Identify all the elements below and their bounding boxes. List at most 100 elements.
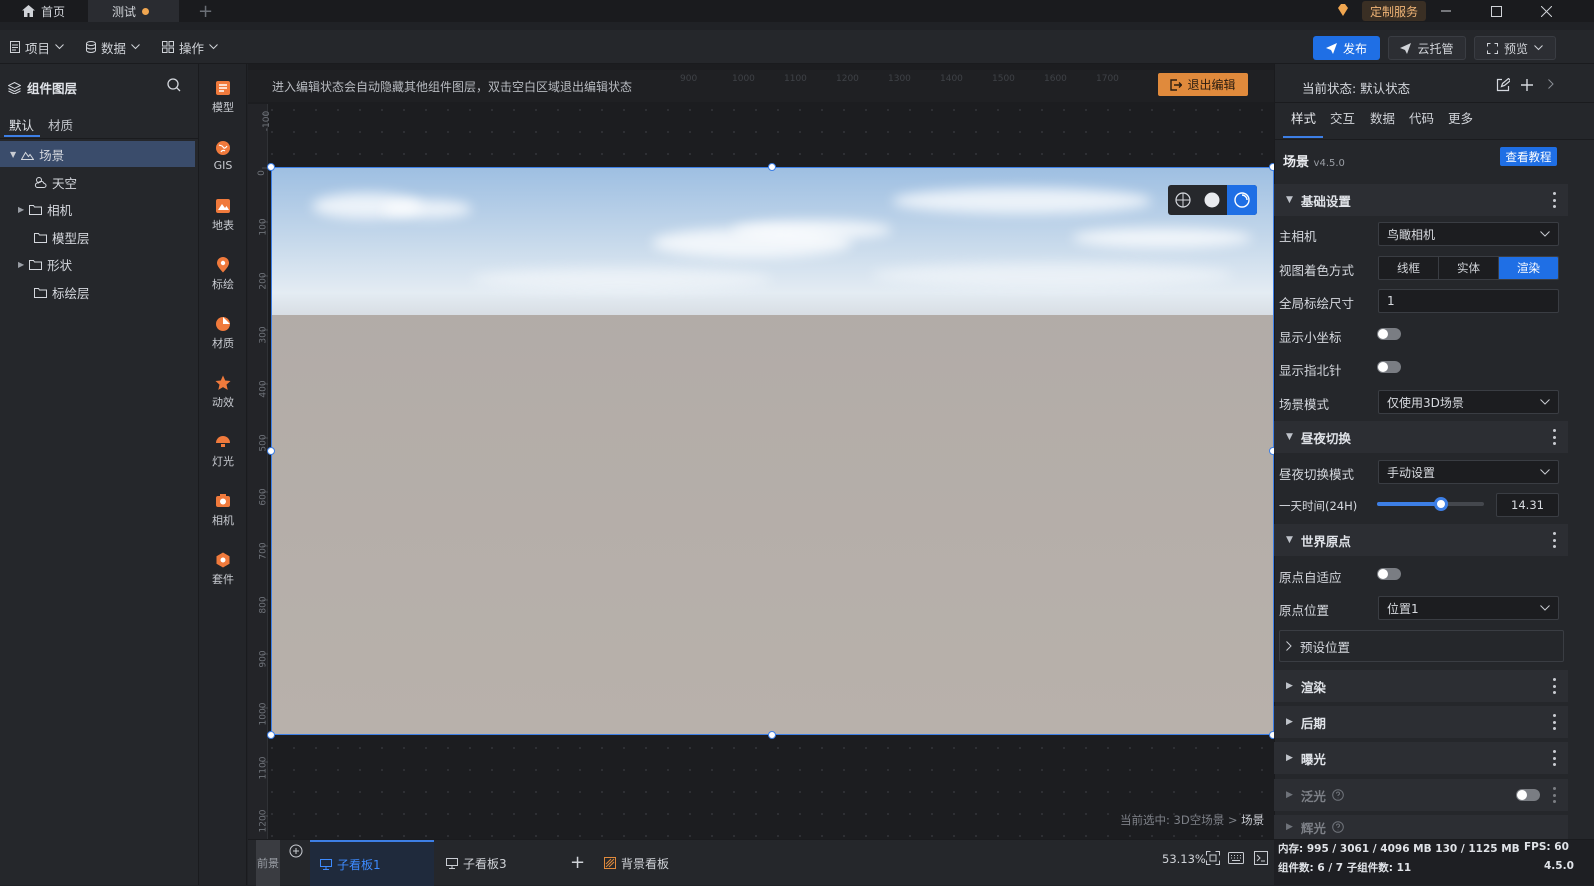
- custom-service-button[interactable]: 定制服务: [1362, 1, 1427, 21]
- category-light[interactable]: 灯光: [199, 422, 247, 480]
- tree-item-shape[interactable]: ▶ 形状: [0, 251, 195, 277]
- close-button[interactable]: [1522, 0, 1570, 22]
- day-time-input[interactable]: 14.31: [1496, 493, 1559, 517]
- foreground-toggle[interactable]: 前景: [256, 840, 280, 886]
- category-gis[interactable]: GIS: [199, 127, 247, 185]
- tree-item-camera[interactable]: ▶ 相机: [0, 196, 195, 222]
- section-bloom[interactable]: ▶ 泛光: [1274, 779, 1568, 811]
- tree-label: 模型层: [52, 230, 90, 246]
- add-state-icon[interactable]: [1520, 78, 1534, 92]
- daynight-mode-select[interactable]: 手动设置: [1378, 460, 1559, 484]
- origin-adapt-toggle[interactable]: [1377, 568, 1401, 580]
- terminal-icon[interactable]: [1254, 851, 1268, 865]
- edit-state-icon[interactable]: [1496, 78, 1510, 92]
- add-board-button[interactable]: +: [570, 852, 585, 873]
- marker-size-input[interactable]: 1: [1378, 289, 1559, 313]
- tree-item-plot-layer[interactable]: 标绘层: [0, 279, 195, 305]
- menu-data[interactable]: 数据: [86, 30, 140, 64]
- main-camera-select[interactable]: 鸟瞰相机: [1378, 222, 1559, 246]
- layers-tab-default[interactable]: 默认: [9, 115, 34, 134]
- more-vertical-icon[interactable]: [1552, 429, 1556, 445]
- maximize-button[interactable]: [1472, 0, 1520, 22]
- exit-edit-button[interactable]: 退出编辑: [1158, 73, 1248, 96]
- resize-handle[interactable]: [267, 163, 275, 171]
- more-vertical-icon[interactable]: [1552, 714, 1556, 730]
- bloom-toggle[interactable]: [1516, 789, 1540, 801]
- resize-handle[interactable]: [267, 731, 275, 739]
- category-marker[interactable]: 标绘: [199, 245, 247, 303]
- tree-item-model-layer[interactable]: 模型层: [0, 224, 195, 250]
- version-status: 4.5.0: [1544, 860, 1574, 872]
- preset-position-group[interactable]: 预设位置: [1279, 630, 1564, 662]
- section-glow[interactable]: ▶ 辉光: [1274, 815, 1568, 839]
- new-tab-button[interactable]: +: [186, 0, 225, 22]
- fit-screen-icon[interactable]: [1206, 851, 1220, 865]
- menu-label: 项目: [25, 40, 51, 56]
- more-vertical-icon[interactable]: [1552, 192, 1556, 208]
- tree-item-scene[interactable]: ▼ 场景: [0, 141, 195, 167]
- section-post[interactable]: ▶ 后期: [1274, 706, 1568, 738]
- tab-underline: [1283, 136, 1323, 138]
- props-tab-style[interactable]: 样式: [1291, 108, 1316, 127]
- category-kit[interactable]: 套件: [199, 540, 247, 598]
- render-view-button[interactable]: [1227, 185, 1257, 215]
- resize-handle[interactable]: [267, 447, 275, 455]
- chevron-right-icon[interactable]: [1548, 79, 1554, 89]
- material-ball-icon: [215, 316, 231, 332]
- menu-operate[interactable]: 操作: [162, 30, 218, 64]
- menu-project[interactable]: 项目: [10, 30, 64, 64]
- shading-render-option[interactable]: 渲染: [1499, 257, 1558, 279]
- show-axis-toggle[interactable]: [1377, 328, 1401, 340]
- board-tab-3[interactable]: 子看板3: [436, 840, 556, 886]
- tree-label: 标绘层: [52, 285, 90, 301]
- scene-viewport[interactable]: [271, 167, 1274, 735]
- origin-position-select[interactable]: 位置1: [1378, 596, 1559, 620]
- background-board-tab[interactable]: 背景看板: [594, 840, 718, 886]
- publish-button[interactable]: 发布: [1313, 36, 1380, 60]
- solid-view-button[interactable]: [1201, 189, 1223, 211]
- section-render[interactable]: ▶ 渲染: [1274, 670, 1568, 702]
- section-world-origin[interactable]: ▼ 世界原点: [1274, 524, 1568, 556]
- tab-test[interactable]: 测试: [88, 0, 179, 22]
- tab-home[interactable]: 首页: [10, 0, 77, 22]
- resize-handle[interactable]: [768, 163, 776, 171]
- board-tab-1[interactable]: 子看板1: [310, 840, 434, 886]
- more-vertical-icon[interactable]: [1552, 532, 1556, 548]
- section-exposure[interactable]: ▶ 曝光: [1274, 742, 1568, 774]
- more-vertical-icon[interactable]: [1552, 787, 1556, 803]
- shading-mode-label: 视图着色方式: [1279, 263, 1355, 278]
- help-icon[interactable]: [1332, 789, 1344, 801]
- more-vertical-icon[interactable]: [1552, 750, 1556, 766]
- category-camera[interactable]: 相机: [199, 481, 247, 539]
- cloud-host-button[interactable]: 云托管: [1388, 36, 1466, 60]
- preview-button[interactable]: 预览: [1474, 36, 1556, 60]
- category-material[interactable]: 材质: [199, 304, 247, 362]
- day-time-slider[interactable]: [1377, 497, 1484, 511]
- props-tab-data[interactable]: 数据: [1370, 108, 1395, 127]
- add-circle-icon[interactable]: [289, 844, 303, 858]
- zoom-level[interactable]: 53.13%: [1162, 852, 1206, 866]
- resize-handle[interactable]: [768, 731, 776, 739]
- tree-item-sky[interactable]: 天空: [0, 169, 195, 195]
- help-icon[interactable]: [1332, 821, 1344, 833]
- ruler-tick: 300: [258, 326, 269, 344]
- wireframe-view-button[interactable]: [1172, 189, 1194, 211]
- show-compass-toggle[interactable]: [1377, 361, 1401, 373]
- section-basic-settings[interactable]: ▼ 基础设置: [1274, 184, 1568, 216]
- more-vertical-icon[interactable]: [1552, 678, 1556, 694]
- layers-tab-material[interactable]: 材质: [48, 115, 73, 134]
- scene-mode-select[interactable]: 仅使用3D场景: [1378, 390, 1559, 414]
- shading-solid-option[interactable]: 实体: [1439, 257, 1499, 279]
- category-terrain[interactable]: 地表: [199, 186, 247, 244]
- category-model[interactable]: 模型: [199, 68, 247, 126]
- props-tab-more[interactable]: 更多: [1448, 108, 1473, 127]
- props-tab-code[interactable]: 代码: [1409, 108, 1434, 127]
- view-tutorial-button[interactable]: 查看教程: [1500, 147, 1557, 166]
- category-effect[interactable]: 动效: [199, 363, 247, 421]
- keyboard-icon[interactable]: [1228, 852, 1244, 864]
- search-icon[interactable]: [167, 78, 181, 92]
- props-tab-interaction[interactable]: 交互: [1330, 108, 1355, 127]
- minimize-button[interactable]: [1422, 0, 1470, 22]
- section-day-night[interactable]: ▼ 昼夜切换: [1274, 421, 1568, 453]
- shading-wireframe-option[interactable]: 线框: [1379, 257, 1439, 279]
